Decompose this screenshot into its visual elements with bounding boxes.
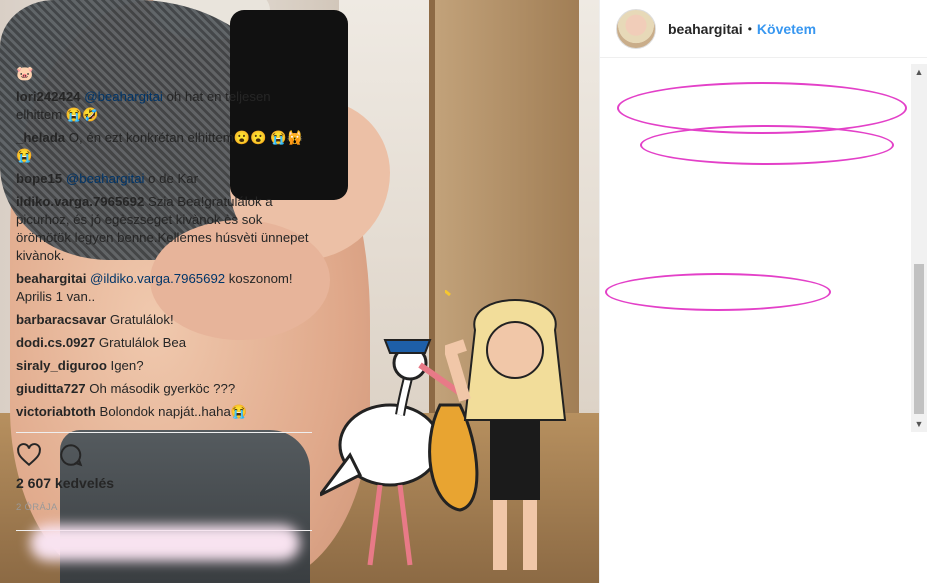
scroll-down-arrow-icon[interactable]: ▼ (911, 416, 927, 432)
comment-item: victoriabtoth Bolondok napját..haha😭 (16, 403, 310, 421)
comment-mention[interactable]: @beahargitai (66, 171, 145, 186)
comment-item: beahargitai @ildiko.varga.7965692 koszon… (16, 270, 310, 306)
comment-username[interactable]: victoriabtoth (16, 404, 96, 419)
comment-item: lori242424 @beahargitai oh hat en teljes… (16, 88, 310, 124)
post-sidebar: beahargitai • Követem (599, 0, 927, 583)
post-timestamp: 2 ÓRÁJA (16, 502, 58, 513)
comment-username[interactable]: giuditta727 (16, 381, 86, 396)
post-header: beahargitai • Követem (600, 0, 927, 58)
comment-username[interactable]: bope15 (16, 171, 62, 186)
comment-text: 🐷 (16, 65, 34, 81)
comment-item: ildiko.varga.7965692 Szia Bea!gratulálok… (16, 193, 310, 265)
comment-username[interactable]: barbaracsavar (16, 312, 106, 327)
bitmoji-sticker (445, 290, 567, 570)
heart-icon[interactable] (16, 442, 42, 468)
comment-text: Oh második gyerköc ??? (85, 381, 236, 396)
comment-item: barbaracsavar Gratulálok! (16, 311, 310, 329)
comment-text: Gratulálok Bea (95, 335, 187, 350)
comment-item: giuditta727 Oh második gyerköc ??? (16, 380, 310, 398)
comment-username[interactable]: ildiko.varga.7965692 (16, 194, 144, 209)
post-author-username[interactable]: beahargitai (668, 21, 743, 37)
comment-item: dodi.cs.0927 Gratulálok Bea (16, 334, 310, 352)
comment-username[interactable]: lori242424 (16, 89, 81, 104)
comment-mention[interactable]: @ildiko.varga.7965692 (90, 271, 225, 286)
comment-item: _helada O, én ezt konkrétan elhittem😮😮 😭… (16, 129, 310, 165)
comment-item: 🐷 (16, 64, 310, 83)
comments-scrollbar[interactable]: ▲ ▼ (911, 64, 927, 432)
comment-username[interactable]: dodi.cs.0927 (16, 335, 95, 350)
scroll-up-arrow-icon[interactable]: ▲ (911, 64, 927, 80)
following-button[interactable]: Követem (757, 21, 816, 37)
blurred-overlay (30, 525, 300, 561)
comment-item: bope15 @beahargitai o de Kar (16, 170, 310, 188)
divider (16, 432, 312, 433)
comment-username[interactable]: siraly_diguroo (16, 358, 107, 373)
comments-list[interactable]: 🐷 lori242424 @beahargitai oh hat en telj… (16, 64, 310, 434)
post-actions (16, 442, 84, 468)
comment-text: Igen? (106, 358, 144, 373)
comment-username[interactable]: _helada (16, 130, 65, 145)
comment-text: o de Kar (144, 171, 199, 186)
scrollbar-thumb[interactable] (914, 264, 924, 414)
comment-icon[interactable] (58, 442, 84, 468)
comment-username[interactable]: beahargitai (16, 271, 86, 286)
comment-text: Gratulálok! (106, 312, 174, 327)
comment-text: Bolondok napját..haha😭 (95, 404, 248, 419)
header-separator: • (747, 21, 752, 36)
avatar[interactable] (616, 8, 656, 49)
comment-mention[interactable]: @beahargitai (84, 89, 163, 104)
likes-count[interactable]: 2 607 kedvelés (16, 475, 114, 491)
comment-item: siraly_diguroo Igen? (16, 357, 310, 375)
